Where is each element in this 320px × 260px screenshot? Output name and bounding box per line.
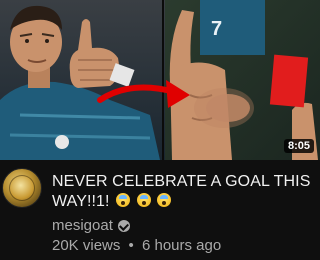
globe-icon <box>9 175 35 201</box>
channel-avatar[interactable] <box>2 168 42 208</box>
video-thumbnail[interactable]: 7 8:05 <box>0 0 320 160</box>
scream-emoji-icon <box>136 193 151 207</box>
red-card <box>269 54 309 108</box>
video-title-text: NEVER CELEBRATE A GOAL THIS WAY!!1! <box>52 173 311 210</box>
channel-row[interactable]: mesigoat <box>52 217 130 234</box>
thumbnail-art: 7 <box>0 0 320 160</box>
video-stats: 20K views • 6 hours ago <box>52 237 221 254</box>
video-duration: 8:05 <box>283 139 314 153</box>
video-metadata: NEVER CELEBRATE A GOAL THIS WAY!!1! mesi… <box>0 160 320 260</box>
svg-text:7: 7 <box>211 18 222 40</box>
verified-check-icon <box>117 219 130 232</box>
video-title[interactable]: NEVER CELEBRATE A GOAL THIS WAY!!1! <box>52 172 314 212</box>
scream-emoji-icon <box>116 193 131 207</box>
upload-time: 6 hours ago <box>141 237 222 254</box>
scream-emoji-icon <box>157 193 172 207</box>
view-count: 20K views <box>52 237 121 254</box>
channel-name[interactable]: mesigoat <box>52 217 113 234</box>
separator-dot: • <box>128 237 134 254</box>
